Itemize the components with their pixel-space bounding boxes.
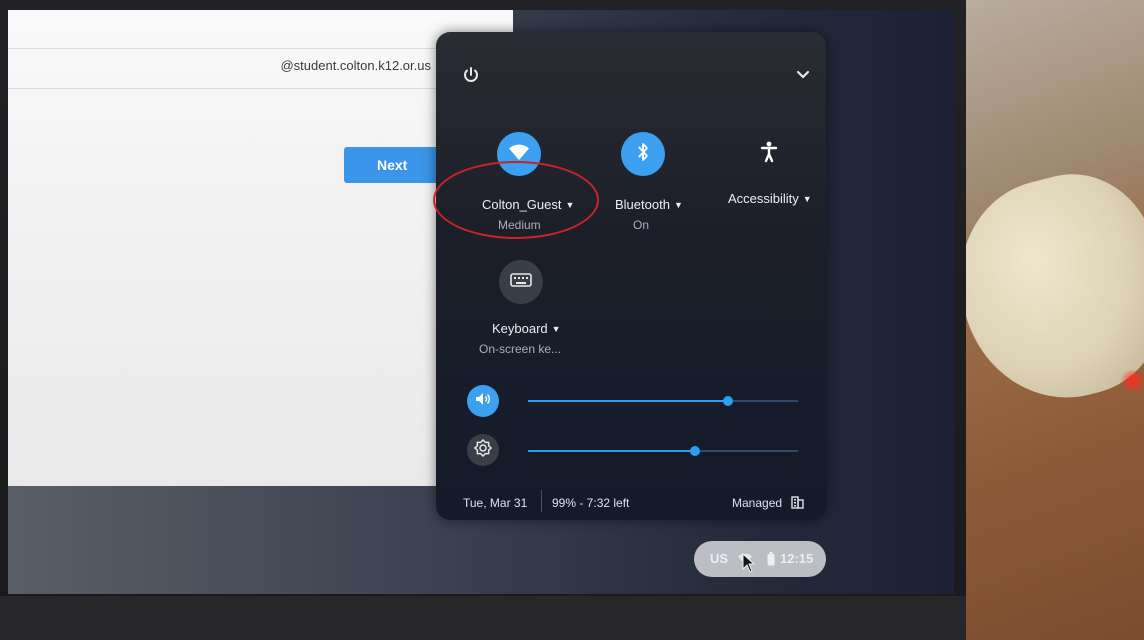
brightness-slider-thumb[interactable] [690,446,701,456]
collapse-chevron-icon[interactable] [792,64,814,86]
power-icon[interactable] [460,66,482,88]
keyboard-icon [510,272,532,293]
battery-icon [767,552,775,571]
bluetooth-dropdown-icon: ▼ [673,200,683,210]
brightness-slider[interactable] [528,446,798,456]
quick-settings-panel: Colton_Guest ▼ Medium Bluetooth ▼ On Acces… [436,32,826,520]
keyboard-status: On-screen ke... [479,342,562,356]
volume-icon [475,392,491,411]
brightness-button[interactable] [467,434,499,466]
bluetooth-label: Bluetooth [615,197,670,212]
keyboard-label-button[interactable]: Keyboard ▼ [492,321,561,336]
bluetooth-label-button[interactable]: Bluetooth ▼ [615,197,683,212]
laptop-bezel-bottom [0,596,966,640]
accessibility-icon [760,141,778,168]
volume-slider[interactable] [528,396,798,406]
keyboard-label: Keyboard [492,321,548,336]
battery-status: 99% - 7:32 left [552,496,630,510]
volume-slider-thumb[interactable] [722,396,733,406]
accessibility-label-button[interactable]: Accessibility ▼ [728,191,812,206]
volume-slider-fill [528,400,728,402]
brightness-icon [473,438,493,462]
managed-label: Managed [732,496,783,510]
mouse-led [1118,370,1144,392]
email-domain-suffix: @student.colton.k12.or.us [280,58,431,73]
managed-button[interactable]: Managed [732,496,805,512]
keyboard-button[interactable] [499,260,543,304]
annotation-circle [433,161,599,239]
cursor-icon [742,552,756,578]
status-tray[interactable]: US 12:15 [694,541,826,577]
date-button[interactable]: Tue, Mar 31 [463,496,527,510]
input-method-indicator: US [710,551,729,566]
bluetooth-status: On [633,218,650,232]
next-button[interactable]: Next [344,147,444,183]
accessibility-dropdown-icon: ▼ [802,194,812,204]
footer-separator [541,490,542,512]
bluetooth-toggle-button[interactable] [621,132,665,176]
accessibility-button[interactable] [747,132,791,176]
accessibility-label: Accessibility [728,191,799,206]
keyboard-dropdown-icon: ▼ [551,324,561,334]
volume-mute-button[interactable] [467,385,499,417]
clock: 12:15 [780,551,814,566]
managed-building-icon [791,496,805,512]
brightness-slider-fill [528,450,696,452]
laptop-screen: @student.colton.k12.or.us Next Colton_Gu… [8,10,954,594]
laptop-bezel: @student.colton.k12.or.us Next Colton_Gu… [0,0,966,640]
bluetooth-icon [636,142,650,167]
